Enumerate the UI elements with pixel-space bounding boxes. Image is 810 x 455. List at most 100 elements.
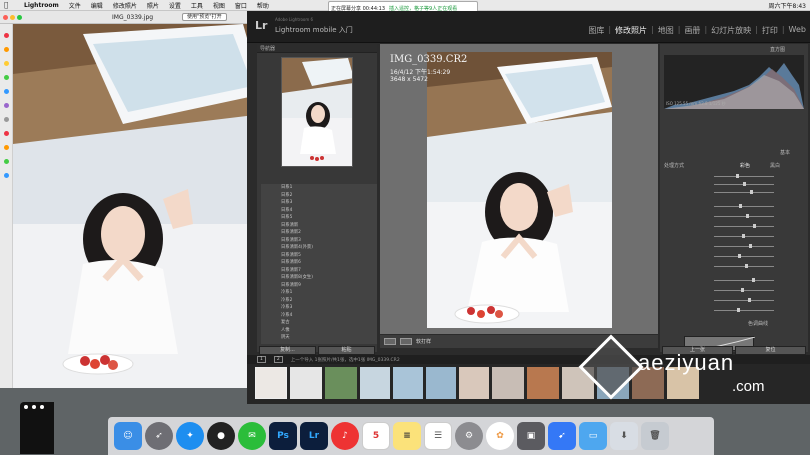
lightroom-icon[interactable]: Lr: [300, 422, 328, 450]
slider-knob[interactable]: [738, 254, 741, 258]
preset-item[interactable]: 日系1: [261, 184, 377, 192]
system-prefs-icon[interactable]: ⚙: [455, 422, 483, 450]
preset-item[interactable]: 复古: [261, 319, 377, 327]
photoshop-icon[interactable]: Ps: [269, 422, 297, 450]
filmstrip-thumb[interactable]: [393, 367, 423, 399]
navigator-thumbnail[interactable]: [281, 57, 353, 167]
preset-item[interactable]: 日系清新2: [261, 229, 377, 237]
minimized-window[interactable]: [20, 402, 54, 454]
slider-knob[interactable]: [741, 288, 744, 292]
filmstrip-thumb[interactable]: [527, 367, 559, 399]
color-option[interactable]: 彩色: [740, 162, 750, 169]
filmstrip-source[interactable]: 上一个导入 1张照片/共1张，选中1张 IMG_0339.CR2: [291, 357, 400, 363]
module-book[interactable]: 画册: [684, 25, 700, 36]
page-1-button[interactable]: 1: [257, 356, 266, 363]
launchpad-icon[interactable]: ➶: [145, 422, 173, 450]
slider-knob[interactable]: [742, 234, 745, 238]
filmstrip-thumb[interactable]: [290, 367, 322, 399]
histogram-header[interactable]: 直方图: [770, 46, 785, 53]
tag-gray-icon[interactable]: [4, 117, 9, 122]
paste-button[interactable]: 粘贴: [318, 346, 375, 355]
module-web[interactable]: Web: [789, 25, 806, 36]
downloads-icon[interactable]: ⬇: [610, 422, 638, 450]
menu-window[interactable]: 窗口: [235, 1, 247, 10]
photos-icon[interactable]: ✿: [486, 422, 514, 450]
photo-booth-icon[interactable]: ▣: [517, 422, 545, 450]
notes-icon[interactable]: ≡: [393, 422, 421, 450]
filmstrip-thumb[interactable]: [325, 367, 357, 399]
adjustment-slider[interactable]: [664, 254, 804, 259]
filmstrip-thumb[interactable]: [426, 367, 456, 399]
preset-item[interactable]: 日系清新5: [261, 252, 377, 260]
preset-item[interactable]: 日系4: [261, 207, 377, 215]
lightroom-mobile-link[interactable]: Lightroom mobile 入门: [275, 25, 353, 35]
maximize-icon[interactable]: [17, 14, 22, 20]
netease-music-icon[interactable]: ♪: [331, 422, 359, 450]
navigator-header[interactable]: 导航器: [257, 44, 377, 53]
menu-help[interactable]: 帮助: [257, 1, 269, 10]
basic-panel-header[interactable]: 基本: [780, 149, 790, 156]
module-map[interactable]: 地图: [658, 25, 674, 36]
preset-item[interactable]: 日系清新4(外景): [261, 244, 377, 252]
tag-green-icon-2[interactable]: [4, 159, 9, 164]
tag-yellow-icon[interactable]: [4, 61, 9, 66]
reminders-icon[interactable]: ☰: [424, 422, 452, 450]
menu-view[interactable]: 视图: [213, 1, 225, 10]
slider-knob[interactable]: [746, 214, 749, 218]
tone-curve-header[interactable]: 色调曲线: [748, 320, 768, 327]
qq-icon[interactable]: ●: [207, 422, 235, 450]
filmstrip-thumb[interactable]: [255, 367, 287, 399]
bw-option[interactable]: 黑白: [770, 162, 780, 169]
open-in-preview-button[interactable]: 使用"预览"打开: [182, 13, 227, 21]
module-develop[interactable]: 修改照片: [615, 25, 647, 36]
preset-item[interactable]: 日系清新: [261, 222, 377, 230]
preset-item[interactable]: 日系清新6: [261, 259, 377, 267]
adjustment-slider[interactable]: [664, 214, 804, 219]
adjustment-slider[interactable]: [664, 234, 804, 239]
tag-red-icon-2[interactable]: [4, 131, 9, 136]
preset-item[interactable]: 人像: [261, 327, 377, 335]
slider-knob[interactable]: [749, 244, 752, 248]
slider-knob[interactable]: [736, 174, 739, 178]
adjustment-slider[interactable]: [664, 182, 804, 187]
menu-photo[interactable]: 照片: [147, 1, 159, 10]
tag-red-icon[interactable]: [4, 33, 9, 38]
menu-tools[interactable]: 工具: [191, 1, 203, 10]
module-slideshow[interactable]: 幻灯片放映: [711, 25, 751, 36]
preset-item[interactable]: 冷系1: [261, 289, 377, 297]
slider-knob[interactable]: [745, 264, 748, 268]
calendar-icon[interactable]: 5: [362, 422, 390, 450]
safari-icon[interactable]: ✦: [176, 422, 204, 450]
tag-orange-icon-2[interactable]: [4, 145, 9, 150]
adjustment-slider[interactable]: [664, 190, 804, 195]
tag-orange-icon[interactable]: [4, 47, 9, 52]
finder-icon[interactable]: ☺: [114, 422, 142, 450]
preset-item[interactable]: 日系5: [261, 214, 377, 222]
preset-item[interactable]: 冷系4: [261, 312, 377, 320]
tag-blue-icon-2[interactable]: [4, 173, 9, 178]
trash-icon[interactable]: 🗑: [641, 422, 669, 450]
menubar-clock[interactable]: 周六下午8:43: [769, 1, 806, 10]
filmstrip-thumb[interactable]: [459, 367, 489, 399]
compare-view-icon[interactable]: [400, 338, 412, 345]
adjustment-slider[interactable]: [664, 244, 804, 249]
feishu-icon[interactable]: ➹: [548, 422, 576, 450]
module-library[interactable]: 图库: [588, 25, 604, 36]
copy-button[interactable]: 复制...: [259, 346, 316, 355]
adjustment-slider[interactable]: [664, 278, 804, 283]
preset-item[interactable]: 日系清新3: [261, 237, 377, 245]
adjustment-slider[interactable]: [664, 224, 804, 229]
slider-knob[interactable]: [743, 182, 746, 186]
soft-proof-label[interactable]: 软打样: [416, 338, 431, 345]
filmstrip-thumb[interactable]: [360, 367, 390, 399]
slider-knob[interactable]: [752, 278, 755, 282]
adjustment-slider[interactable]: [664, 204, 804, 209]
menu-file[interactable]: 文件: [69, 1, 81, 10]
page-2-button[interactable]: 2: [273, 356, 283, 363]
adjustment-slider[interactable]: [664, 298, 804, 303]
slider-knob[interactable]: [737, 308, 740, 312]
preset-item[interactable]: 日系清新8(女生): [261, 274, 377, 282]
wechat-icon[interactable]: ✉: [238, 422, 266, 450]
loupe-view-icon[interactable]: [384, 338, 396, 345]
tag-green-icon[interactable]: [4, 75, 9, 80]
